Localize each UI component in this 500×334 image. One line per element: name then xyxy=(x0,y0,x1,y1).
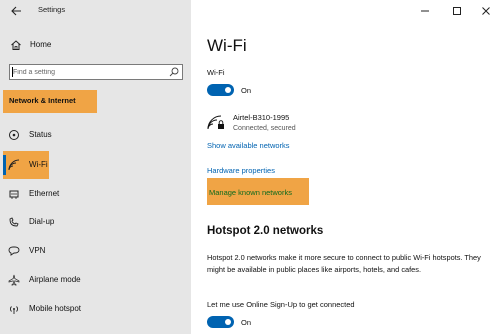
sidebar-item-label: Dial-up xyxy=(29,217,55,226)
sidebar-item-home[interactable]: Home xyxy=(0,36,191,54)
search-icon[interactable] xyxy=(169,67,179,77)
sidebar-item-status[interactable]: Status xyxy=(0,124,191,146)
wifi-toggle-label: Wi-Fi xyxy=(207,68,225,77)
maximize-icon[interactable] xyxy=(449,3,465,19)
app-title: Settings xyxy=(38,5,66,14)
home-icon xyxy=(11,40,21,50)
sidebar-item-wifi[interactable]: Wi-Fi xyxy=(0,154,191,176)
network-name[interactable]: Airtel-B310-1995 xyxy=(233,113,289,122)
settings-window: Settings Home Network & Internet xyxy=(0,0,500,334)
page-title: Wi-Fi xyxy=(207,36,247,55)
sidebar-item-mobile-hotspot[interactable]: Mobile hotspot xyxy=(0,298,191,320)
minimize-icon[interactable] xyxy=(417,3,433,19)
manage-known-networks-link[interactable]: Manage known networks xyxy=(209,188,292,197)
show-available-networks-link[interactable]: Show available networks xyxy=(207,141,290,150)
hotspot-icon xyxy=(10,306,18,314)
main-content: Wi-Fi Wi-Fi On Airtel-B310-1995 Connecte… xyxy=(191,0,500,334)
wifi-toggle-state: On xyxy=(241,86,252,95)
sidebar-item-label: Wi-Fi xyxy=(29,160,48,169)
sidebar-item-dialup[interactable]: Dial-up xyxy=(0,211,191,233)
section-label: Network & Internet xyxy=(9,96,76,105)
sidebar-item-label: Status xyxy=(29,130,52,139)
toggle-knob xyxy=(225,319,231,325)
vpn-icon xyxy=(8,246,20,256)
sidebar-item-vpn[interactable]: VPN xyxy=(0,240,191,262)
search-input[interactable] xyxy=(13,66,163,78)
network-status: Connected, secured xyxy=(233,125,296,132)
sidebar-item-label: VPN xyxy=(29,246,46,255)
text-caret xyxy=(12,67,13,77)
online-signup-toggle[interactable] xyxy=(207,316,234,328)
secured-wifi-icon[interactable] xyxy=(207,114,225,130)
dialup-icon xyxy=(9,217,19,227)
sidebar-item-airplane-mode[interactable]: Airplane mode xyxy=(0,269,191,291)
back-arrow-icon[interactable] xyxy=(8,3,24,19)
search-box[interactable] xyxy=(9,64,183,80)
wifi-icon xyxy=(8,159,20,171)
sidebar-item-ethernet[interactable]: Ethernet xyxy=(0,183,191,205)
close-icon[interactable] xyxy=(478,3,494,19)
status-icon xyxy=(9,130,19,140)
sidebar: Settings Home Network & Internet xyxy=(0,0,191,334)
sidebar-item-label: Ethernet xyxy=(29,189,60,198)
wifi-toggle[interactable] xyxy=(207,84,234,96)
sidebar-item-label: Airplane mode xyxy=(29,275,81,284)
ethernet-icon xyxy=(9,190,19,199)
airplane-icon xyxy=(8,274,20,286)
title-bar: Settings xyxy=(0,0,191,22)
home-label: Home xyxy=(30,40,52,49)
toggle-knob xyxy=(225,87,231,93)
sidebar-item-label: Mobile hotspot xyxy=(29,304,82,313)
hardware-properties-link[interactable]: Hardware properties xyxy=(207,166,275,175)
